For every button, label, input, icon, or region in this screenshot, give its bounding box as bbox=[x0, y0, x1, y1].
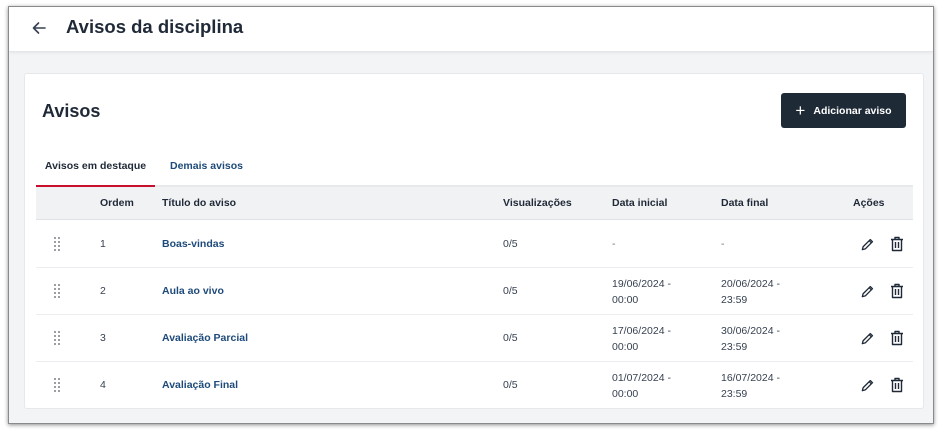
row-views: 0/5 bbox=[503, 238, 518, 250]
trash-icon[interactable] bbox=[890, 283, 904, 299]
column-header-views[interactable]: Visualizações bbox=[503, 197, 572, 209]
page-title: Avisos da disciplina bbox=[66, 16, 244, 37]
row-start-date-day: 01/07/2024 - bbox=[612, 372, 671, 384]
table-row: 2 Aula ao vivo 0/5 19/06/2024 - 00:00 20/… bbox=[36, 268, 913, 315]
row-end-date: 20/06/2024 - 23:59 bbox=[721, 276, 780, 308]
row-order: 2 bbox=[100, 285, 106, 297]
tab-featured[interactable]: Avisos em destaque bbox=[36, 160, 155, 187]
row-start-date: - bbox=[612, 238, 616, 250]
plus-icon: + bbox=[795, 100, 806, 120]
drag-handle-icon[interactable] bbox=[54, 237, 60, 251]
row-end-date-time: 23:59 bbox=[721, 388, 748, 400]
trash-icon[interactable] bbox=[890, 330, 904, 346]
row-views: 0/5 bbox=[503, 379, 518, 391]
pencil-icon[interactable] bbox=[860, 378, 875, 393]
row-start-date-day: 17/06/2024 - bbox=[612, 325, 671, 337]
row-title-link[interactable]: Boas-vindas bbox=[162, 238, 224, 250]
app-window: Avisos da disciplina Avisos + Adicionar … bbox=[8, 6, 934, 424]
row-start-date-time: 00:00 bbox=[612, 294, 639, 306]
row-start-date-time: 00:00 bbox=[612, 388, 639, 400]
row-start-date: 19/06/2024 - 00:00 bbox=[612, 276, 671, 308]
trash-icon[interactable] bbox=[890, 236, 904, 252]
section-title: Avisos bbox=[42, 101, 101, 121]
row-views: 0/5 bbox=[503, 332, 518, 344]
row-title-link[interactable]: Avaliação Parcial bbox=[162, 332, 248, 344]
tab-bar: Avisos em destaque Demais avisos bbox=[36, 146, 913, 187]
pencil-icon[interactable] bbox=[860, 331, 875, 346]
drag-handle-icon[interactable] bbox=[54, 378, 60, 392]
column-header-title[interactable]: Título do aviso bbox=[162, 197, 236, 209]
column-header-start-date[interactable]: Data inicial bbox=[612, 197, 667, 209]
row-start-date-day: 19/06/2024 - bbox=[612, 278, 671, 290]
announcements-card: Avisos + Adicionar aviso Avisos em desta… bbox=[24, 73, 924, 409]
row-title-link[interactable]: Avaliação Final bbox=[162, 379, 238, 391]
column-header-actions: Ações bbox=[853, 197, 885, 209]
add-announcement-label: Adicionar aviso bbox=[813, 104, 892, 117]
table-header: Ordem Título do aviso Visualizações Data… bbox=[36, 187, 913, 220]
row-end-date: 30/06/2024 - 23:59 bbox=[721, 323, 780, 355]
tab-other[interactable]: Demais avisos bbox=[170, 160, 243, 172]
row-end-date: - bbox=[721, 238, 725, 250]
row-end-date-day: 30/06/2024 - bbox=[721, 325, 780, 337]
column-header-order[interactable]: Ordem bbox=[100, 197, 134, 209]
drag-handle-icon[interactable] bbox=[54, 284, 60, 298]
drag-handle-icon[interactable] bbox=[54, 331, 60, 345]
row-order: 4 bbox=[100, 379, 106, 391]
row-start-date: 01/07/2024 - 00:00 bbox=[612, 370, 671, 402]
row-end-date-time: 23:59 bbox=[721, 294, 748, 306]
row-end-date-day: 20/06/2024 - bbox=[721, 278, 780, 290]
pencil-icon[interactable] bbox=[860, 237, 875, 252]
table-row: 4 Avaliação Final 0/5 01/07/2024 -00:00 … bbox=[36, 362, 913, 409]
row-order: 1 bbox=[100, 238, 106, 250]
table-row: 1 Boas-vindas 0/5 - - bbox=[36, 221, 913, 268]
row-order: 3 bbox=[100, 332, 106, 344]
row-start-date-time: 00:00 bbox=[612, 341, 639, 353]
row-end-date: 16/07/2024 - 23:59 bbox=[721, 370, 780, 402]
arrow-left-icon[interactable] bbox=[29, 18, 49, 38]
trash-icon[interactable] bbox=[890, 377, 904, 393]
pencil-icon[interactable] bbox=[860, 284, 875, 299]
add-announcement-button[interactable]: + Adicionar aviso bbox=[781, 93, 906, 128]
table-row: 3 Avaliação Parcial 0/5 17/06/2024 - 00:0… bbox=[36, 315, 913, 362]
row-end-date-time: 23:59 bbox=[721, 341, 748, 353]
top-bar: Avisos da disciplina bbox=[9, 7, 933, 52]
row-start-date: 17/06/2024 - 00:00 bbox=[612, 323, 671, 355]
column-header-end-date[interactable]: Data final bbox=[721, 197, 768, 209]
row-title-link[interactable]: Aula ao vivo bbox=[162, 285, 224, 297]
row-end-date-day: 16/07/2024 - bbox=[721, 372, 780, 384]
row-views: 0/5 bbox=[503, 285, 518, 297]
